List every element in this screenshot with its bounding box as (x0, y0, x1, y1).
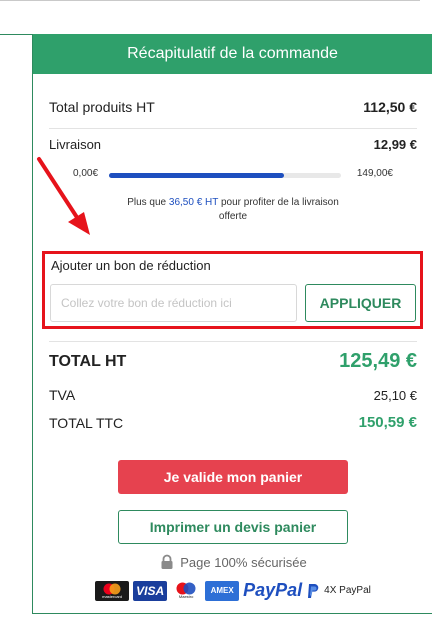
tva-row: TVA 25,10 € (49, 387, 417, 403)
annotation-arrow-icon (37, 157, 90, 235)
maestro-text: Maestro (178, 594, 194, 599)
payment-methods: mastercard VISA Maestro AMEX PayPal 4X P… (33, 580, 432, 601)
summary-header: Récapitulatif de la commande (33, 34, 432, 74)
divider (49, 341, 417, 342)
paypal-icon: PayPal (243, 580, 303, 600)
apply-coupon-label: APPLIQUER (319, 295, 402, 311)
total-ht-value: 125,49 € (339, 350, 417, 372)
order-summary-panel: Récapitulatif de la commande Total produ… (32, 34, 432, 614)
shipping-label: Livraison (49, 137, 102, 152)
shipping-row: Livraison 12,99 € (49, 137, 417, 152)
progress-track (109, 173, 341, 178)
summary-title: Récapitulatif de la commande (127, 45, 338, 62)
progress-fill (109, 173, 285, 178)
shipping-progress: 0,00€ 149,00€ (73, 168, 393, 182)
maestro-icon: Maestro (171, 580, 202, 601)
validate-cart-label: Je valide mon panier (163, 469, 303, 485)
progress-max-label: 149,00€ (356, 168, 393, 179)
amex-text: AMEX (210, 586, 234, 595)
free-shipping-prefix: Plus que (127, 197, 169, 208)
free-shipping-amount: 36,50 € HT (168, 197, 219, 208)
total-ht-row: TOTAL HT 125,49 € (49, 350, 417, 373)
divider (49, 128, 417, 129)
print-quote-label: Imprimer un devis panier (149, 519, 317, 535)
lock-icon (161, 554, 173, 569)
coupon-section: Ajouter un bon de réduction APPLIQUER (42, 251, 423, 329)
free-shipping-suffix: pour profiter de la livraison offerte (218, 197, 339, 222)
free-shipping-message: Plus que 36,50 € HT pour profiter de la … (113, 196, 353, 224)
secure-label: Page 100% sécurisée (180, 554, 307, 570)
total-ttc-row: TOTAL TTC 150,59 € (49, 414, 417, 431)
paypal-4x-label: 4X PayPal (324, 585, 371, 596)
secure-notice: Page 100% sécurisée (33, 554, 432, 570)
total-products-value: 112,50 € (363, 99, 417, 115)
amex-icon: AMEX (205, 580, 240, 601)
top-edge-line (0, 0, 420, 1)
total-ttc-label: TOTAL TTC (49, 414, 124, 431)
visa-text: VISA (136, 583, 165, 598)
visa-icon: VISA (133, 580, 168, 601)
left-rule (0, 34, 33, 35)
coupon-label: Ajouter un bon de réduction (51, 258, 211, 273)
mastercard-circles (103, 583, 121, 594)
shipping-value: 12,99 € (373, 137, 417, 152)
coupon-input[interactable] (50, 284, 297, 322)
total-products-row: Total produits HT 112,50 € (49, 99, 417, 115)
mastercard-icon: mastercard (95, 580, 130, 601)
validate-cart-button[interactable]: Je valide mon panier (118, 460, 348, 494)
tva-value: 25,10 € (373, 387, 417, 403)
total-products-label: Total produits HT (49, 99, 155, 115)
mastercard-text: mastercard (102, 593, 123, 599)
paypal-p-icon (308, 583, 319, 598)
total-ht-label: TOTAL HT (49, 352, 127, 370)
apply-coupon-button[interactable]: APPLIQUER (305, 284, 416, 322)
tva-label: TVA (49, 387, 76, 403)
print-quote-button[interactable]: Imprimer un devis panier (118, 510, 348, 544)
total-ttc-value: 150,59 € (358, 414, 417, 431)
